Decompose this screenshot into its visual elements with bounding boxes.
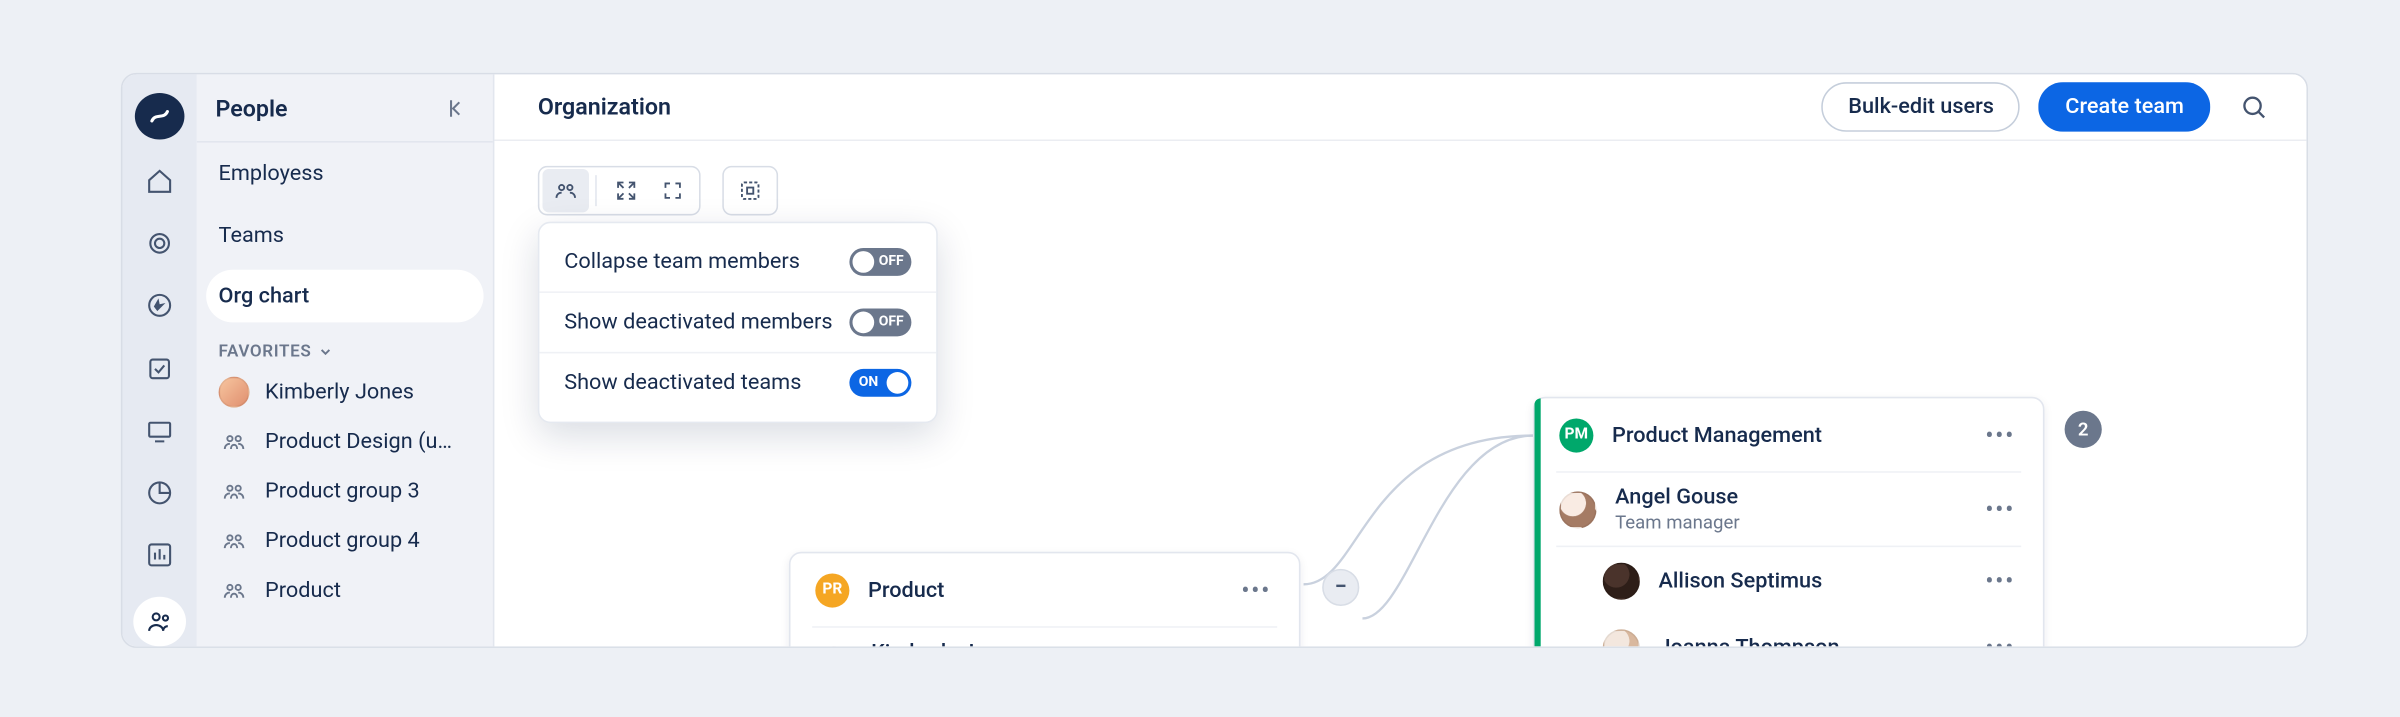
nav-employees[interactable]: Employess (197, 143, 493, 205)
team-manager-row[interactable]: Angel Gouse Team manager ••• (1535, 473, 2043, 546)
team-name: Product (868, 577, 944, 602)
favorite-product-design[interactable]: Product Design (u… (197, 417, 493, 467)
favorites-header[interactable]: FAVORITES (197, 326, 493, 368)
more-icon[interactable]: ••• (1235, 569, 1277, 611)
avatar-icon (815, 646, 852, 647)
team-manager-row[interactable]: Kimberly Jones Team manager ••• (791, 628, 1299, 647)
more-icon[interactable]: ••• (1979, 626, 2021, 646)
team-card-product-management[interactable]: PM Product Management ••• Angel Gouse (1533, 397, 2045, 647)
team-badge: PM (1559, 418, 1593, 452)
page-title: Organization (538, 93, 671, 121)
avatar-icon (1603, 562, 1640, 599)
team-icon (219, 575, 250, 606)
sidebar: People Employess Teams Org chart FAVORIT… (197, 74, 495, 646)
team-icon (219, 426, 250, 457)
monitor-icon[interactable] (138, 410, 181, 451)
avatar-icon (219, 377, 250, 408)
child-count-badge[interactable]: 2 (2065, 411, 2102, 448)
toggle-switch[interactable]: ON (849, 369, 911, 397)
toggle-show-deactivated-teams[interactable]: Show deactivated teams ON (539, 353, 936, 412)
pie-icon[interactable] (138, 473, 181, 514)
favorite-product-group-4[interactable]: Product group 4 (197, 516, 493, 566)
toggle-switch[interactable]: OFF (849, 308, 911, 336)
search-icon[interactable] (2229, 82, 2279, 132)
favorite-product-group-3[interactable]: Product group 3 (197, 467, 493, 517)
zoom-fit-button[interactable] (603, 169, 650, 212)
avatar-icon (1559, 491, 1596, 528)
team-member-row[interactable]: Joanna Thompson ••• (1535, 614, 2043, 647)
chevron-down-icon (318, 343, 334, 359)
more-icon[interactable]: ••• (1979, 414, 2021, 456)
icon-rail (122, 74, 196, 646)
team-icon (219, 525, 250, 556)
team-name: Product Management (1612, 422, 1822, 447)
collapse-sidebar-icon[interactable] (440, 91, 474, 125)
sidebar-title: People (215, 94, 287, 122)
view-toolbar (538, 166, 778, 216)
more-icon[interactable]: ••• (1235, 643, 1277, 646)
create-team-button[interactable]: Create team (2039, 82, 2210, 132)
topbar: Organization Bulk-edit users Create team (494, 74, 2306, 141)
layout-button[interactable] (727, 169, 774, 212)
favorite-product[interactable]: Product (197, 566, 493, 616)
more-icon[interactable]: ••• (1979, 488, 2021, 530)
nav-teams[interactable]: Teams (197, 205, 493, 267)
view-options-button[interactable] (543, 169, 590, 212)
team-member-row[interactable]: Allison Septimus ••• (1535, 547, 2043, 614)
rocket-icon[interactable] (138, 286, 181, 327)
favorite-kimberly-jones[interactable]: Kimberly Jones (197, 367, 493, 417)
toggle-collapse-members[interactable]: Collapse team members OFF (539, 233, 936, 292)
team-icon (219, 476, 250, 507)
toggle-show-deactivated-members[interactable]: Show deactivated members OFF (539, 293, 936, 352)
bar-chart-icon[interactable] (138, 535, 181, 576)
checkbox-icon[interactable] (138, 348, 181, 389)
more-icon[interactable]: ••• (1979, 560, 2021, 602)
team-card-product[interactable]: PR Product ••• Kimberly Jones Team manag… (789, 552, 1301, 647)
avatar-icon (1603, 629, 1640, 647)
bulk-edit-button[interactable]: Bulk-edit users (1822, 82, 2020, 132)
people-icon[interactable] (133, 597, 186, 646)
team-badge: PR (815, 573, 849, 607)
app-logo[interactable] (135, 93, 185, 139)
toggle-switch[interactable]: OFF (849, 248, 911, 276)
home-icon[interactable] (138, 161, 181, 202)
view-options-dropdown: Collapse team members OFF Show deactivat… (538, 222, 938, 424)
collapse-branch-button[interactable]: − (1322, 569, 1359, 606)
org-chart-canvas[interactable]: Collapse team members OFF Show deactivat… (494, 141, 2306, 646)
target-icon[interactable] (138, 223, 181, 264)
nav-org-chart[interactable]: Org chart (206, 270, 483, 323)
fullscreen-button[interactable] (649, 169, 696, 212)
